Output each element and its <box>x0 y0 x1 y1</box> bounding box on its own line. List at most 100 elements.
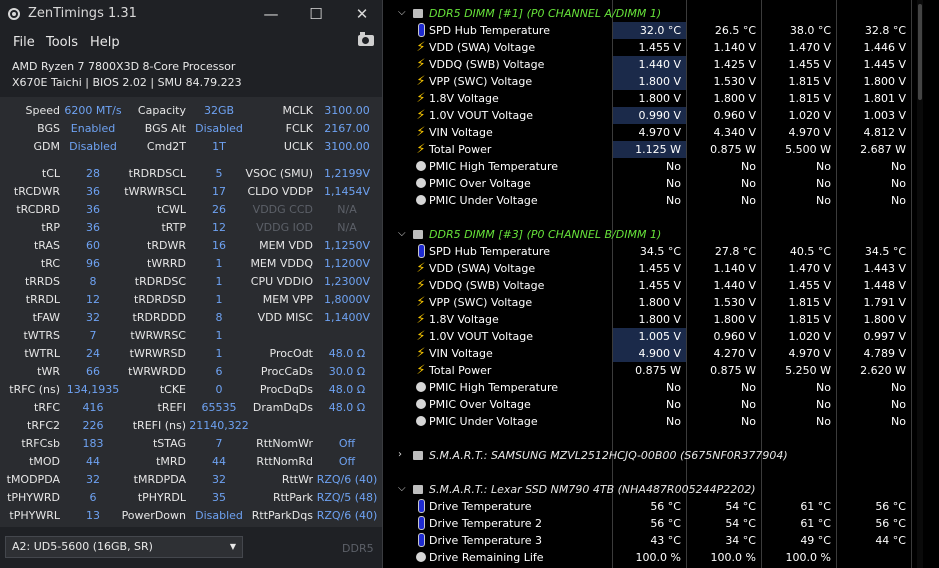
timing_rows-label: tRFC (ns) <box>9 383 60 396</box>
maximum-value: 1.455 V <box>788 58 831 71</box>
top_rows-label: UCLK <box>283 140 313 153</box>
maximum-value: 1.815 V <box>788 313 831 326</box>
maximum-value: 1.815 V <box>788 296 831 309</box>
sensor-name: Drive Temperature <box>429 500 532 513</box>
voltage-bolt-icon: ⚡ <box>416 125 426 140</box>
timing_rows-label: tRFCsb <box>21 437 60 450</box>
current-value: 43 °C <box>650 534 681 547</box>
title-bar: ZenTimings 1.31 — ☐ ✕ <box>0 0 382 28</box>
timings-panel: Speed 6200 MT/s Capacity 32GB MCLK 3100.00 BGS… <box>0 97 382 527</box>
sensor-group-header[interactable]: ⌵ DDR5 DIMM [#1] (P0 CHANNEL A/DIMM 1) <box>388 5 939 22</box>
minimum-value: No <box>741 177 756 190</box>
memory-module-icon <box>413 485 423 494</box>
screenshot-camera-icon[interactable] <box>358 32 374 46</box>
sensor-name: Drive Temperature 3 <box>429 534 542 547</box>
sensor-row[interactable]: Drive Temperature 2 56 °C 54 °C 61 °C 56 °C <box>388 515 939 532</box>
minimum-value: No <box>741 160 756 173</box>
timing_rows-label: RttPark <box>272 491 313 504</box>
sensor-row[interactable]: ⚡ VPP (SWC) Voltage 1.800 V 1.530 V 1.815 V 1… <box>388 73 939 90</box>
scrollbar-thumb[interactable] <box>918 4 922 100</box>
timing_rows-label: RttParkDqs <box>251 509 313 522</box>
maximum-value: No <box>816 398 831 411</box>
timing_rows-label: VDDG CCD <box>252 203 313 216</box>
current-value: 1.800 V <box>638 313 681 326</box>
menu-tools[interactable]: Tools <box>46 35 78 50</box>
sensor-row[interactable]: PMIC Under Voltage No No No No <box>388 192 939 209</box>
maximum-value: 4.970 V <box>788 126 831 139</box>
sensor-row[interactable]: ⚡ 1.0V VOUT Voltage 1.005 V 0.960 V 1.020 V 0… <box>388 328 939 345</box>
zentimings-window: ZenTimings 1.31 — ☐ ✕ File Tools Help AM… <box>0 0 383 568</box>
chevron-down-icon[interactable]: ⌵ <box>398 7 406 18</box>
sensor-group-header[interactable]: ⌵ S.M.A.R.T.: Lexar SSD NM790 4TB (NHA487… <box>388 481 939 498</box>
sensor-row[interactable]: ⚡ VPP (SWC) Voltage 1.800 V 1.530 V 1.815 V 1… <box>388 294 939 311</box>
sensor-row[interactable]: PMIC High Temperature No No No No <box>388 379 939 396</box>
minimum-value: 26.5 °C <box>714 24 756 37</box>
sensor-group-name: S.M.A.R.T.: Lexar SSD NM790 4TB (NHA487R… <box>429 483 756 496</box>
sensor-name: PMIC High Temperature <box>429 160 559 173</box>
sensor-row[interactable]: ⚡ 1.0V VOUT Voltage 0.990 V 0.960 V 1.020 V 1… <box>388 107 939 124</box>
maximum-value: 38.0 °C <box>789 24 831 37</box>
sensor-row[interactable]: SPD Hub Temperature 34.5 °C 27.8 °C 40.5 °C… <box>388 243 939 260</box>
minimum-value: 34 °C <box>725 534 756 547</box>
minimum-value: 1.425 V <box>713 58 756 71</box>
sensor-name: VDD (SWA) Voltage <box>429 41 536 54</box>
sensor-row[interactable]: ⚡ Total Power 0.875 W 0.875 W 5.250 W 2.620 W <box>388 362 939 379</box>
voltage-bolt-icon: ⚡ <box>416 142 426 157</box>
timing_rows-label: tWR <box>37 365 60 378</box>
sensor-row[interactable]: ⚡ VDD (SWA) Voltage 1.455 V 1.140 V 1.470 V 1… <box>388 260 939 277</box>
sensor-row[interactable]: Drive Temperature 3 43 °C 34 °C 49 °C 44 °C <box>388 532 939 549</box>
timing_rows-label: tMOD <box>29 455 60 468</box>
timing_rows-value: RZQ/6 (40) <box>316 509 378 522</box>
sensor-row[interactable]: ⚡ VDD (SWA) Voltage 1.455 V 1.140 V 1.470 V 1… <box>388 39 939 56</box>
timing_rows-label: tRC <box>40 257 60 270</box>
voltage-bolt-icon: ⚡ <box>416 363 426 378</box>
sensor-group-header[interactable]: › S.M.A.R.T.: SAMSUNG MZVL2512HCJQ-00B00 … <box>388 447 939 464</box>
timing_rows-label: tCWL <box>157 203 186 216</box>
sensor-row[interactable]: ⚡ Total Power 1.125 W 0.875 W 5.500 W 2.687 W <box>388 141 939 158</box>
sensor-row[interactable]: PMIC Over Voltage No No No No <box>388 175 939 192</box>
voltage-bolt-icon: ⚡ <box>416 74 426 89</box>
sensor-row[interactable]: Drive Remaining Life 100.0 % 100.0 % 100.0 … <box>388 549 939 566</box>
current-value: 100.0 % <box>635 551 681 564</box>
menu-file[interactable]: File <box>13 35 35 50</box>
sensor-row[interactable]: PMIC High Temperature No No No No <box>388 158 939 175</box>
chevron-right-icon[interactable]: › <box>398 449 402 460</box>
sensor-row[interactable]: ⚡ 1.8V Voltage 1.800 V 1.800 V 1.815 V 1.801 … <box>388 90 939 107</box>
timing_rows-value: Off <box>338 455 356 468</box>
current-value: 1.125 W <box>635 143 681 156</box>
sensor-row[interactable]: PMIC Under Voltage No No No No <box>388 413 939 430</box>
voltage-bolt-icon: ⚡ <box>416 57 426 72</box>
maximum-value: 40.5 °C <box>789 245 831 258</box>
maximize-button[interactable]: ☐ <box>305 4 327 24</box>
menu-help[interactable]: Help <box>90 35 120 50</box>
sensor-group-header[interactable]: ⌵ DDR5 DIMM [#3] (P0 CHANNEL B/DIMM 1) <box>388 226 939 243</box>
chevron-down-icon[interactable]: ⌵ <box>398 228 406 239</box>
current-value: 1.005 V <box>638 330 681 343</box>
sensor-row[interactable]: ⚡ VDDQ (SWB) Voltage 1.455 V 1.440 V 1.455 V… <box>388 277 939 294</box>
top_rows-label: GDM <box>33 140 61 153</box>
sensor-row[interactable]: ⚡ VIN Voltage 4.900 V 4.270 V 4.970 V 4.789 V <box>388 345 939 362</box>
timing_rows-label: RttNomRd <box>256 455 313 468</box>
window-title: ZenTimings 1.31 <box>28 6 137 21</box>
current-value: 1.800 V <box>638 296 681 309</box>
sensor-row[interactable]: ⚡ VIN Voltage 4.970 V 4.340 V 4.970 V 4.812 V <box>388 124 939 141</box>
minimize-button[interactable]: — <box>260 4 282 24</box>
timing_rows-value: RZQ/6 (40) <box>316 473 378 486</box>
average-value: 0.997 V <box>863 330 906 343</box>
chevron-down-icon[interactable]: ⌵ <box>398 483 406 494</box>
maximum-value: No <box>816 177 831 190</box>
dimm-select[interactable]: A2: UD5-5600 (16GB, SR) ▼ <box>5 536 243 558</box>
timing_rows-label: ProcCaDs <box>260 365 313 378</box>
maximum-value: 61 °C <box>800 500 831 513</box>
sensor-row[interactable]: PMIC Over Voltage No No No No <box>388 396 939 413</box>
close-button[interactable]: ✕ <box>351 4 373 24</box>
sensor-row[interactable]: Drive Temperature 56 °C 54 °C 61 °C 56 °C <box>388 498 939 515</box>
voltage-bolt-icon: ⚡ <box>416 312 426 327</box>
sensor-row[interactable]: ⚡ VDDQ (SWB) Voltage 1.440 V 1.425 V 1.455 V… <box>388 56 939 73</box>
timing_rows-label: PowerDown <box>121 509 186 522</box>
sensor-row[interactable]: SPD Hub Temperature 32.0 °C 26.5 °C 38.0 °C… <box>388 22 939 39</box>
timing_rows-label: tPHYRDL <box>137 491 186 504</box>
sensor-group-name: S.M.A.R.T.: SAMSUNG MZVL2512HCJQ-00B00 (… <box>429 449 788 462</box>
sensor-row[interactable]: ⚡ 1.8V Voltage 1.800 V 1.800 V 1.815 V 1.800 … <box>388 311 939 328</box>
thermometer-icon <box>415 533 427 548</box>
